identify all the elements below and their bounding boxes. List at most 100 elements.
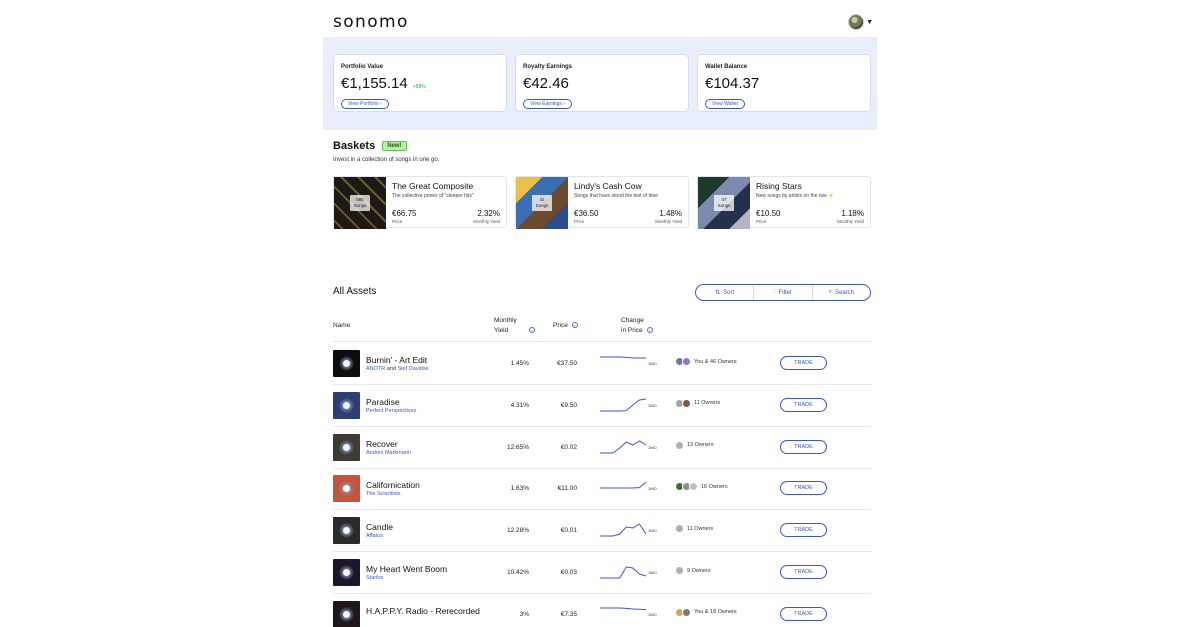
card-label: Portfolio Value xyxy=(341,64,384,70)
song-artist[interactable]: Starfox xyxy=(366,575,383,581)
basket-song-count: 42 Songs xyxy=(532,195,552,211)
owners-count: You & 18 Owners xyxy=(694,609,737,616)
song-title[interactable]: Candle xyxy=(366,522,393,532)
owners-count: 11 Owners xyxy=(694,400,721,407)
column-yield-line1: Monthly xyxy=(494,317,517,324)
basket-yield: 1.18% xyxy=(841,209,864,218)
price: €7.35 xyxy=(560,610,577,618)
song-artwork[interactable] xyxy=(333,559,360,586)
song-artist[interactable]: Perfect Perspectives xyxy=(366,408,416,414)
table-row[interactable]: Candle Affatus 12.28% €0.01 1MO 11 Owner… xyxy=(333,510,871,553)
owners: 11 Owners xyxy=(675,524,713,534)
trade-button[interactable]: TRADE xyxy=(780,397,827,412)
song-title[interactable]: H.A.P.P.Y. Radio - Rerecorded xyxy=(366,606,480,616)
monthly-yield: 10.42% xyxy=(506,569,529,576)
price: €37.50 xyxy=(557,360,577,367)
trade-button[interactable]: TRADE xyxy=(780,439,827,454)
timeframe-label: 1MO xyxy=(648,611,657,617)
basket-card[interactable]: 42 Songs Lindy's Cash Cow Songs that have… xyxy=(515,176,689,229)
timeframe-label: 1MO xyxy=(648,444,657,450)
sparkline-path xyxy=(600,566,647,579)
column-price[interactable]: Price i xyxy=(553,321,578,331)
price: €11.00 xyxy=(557,485,577,493)
owner-avatar xyxy=(675,440,684,450)
table-row[interactable]: Recover Andres Markmann 12.65% €0.02 1MO… xyxy=(333,427,871,469)
view-wallet-button[interactable]: View Wallet xyxy=(705,99,745,109)
trade-button[interactable]: TRADE xyxy=(780,481,827,496)
basket-artwork: 42 Songs xyxy=(516,177,568,229)
table-row[interactable]: Californication The Scientists 1.63% €11… xyxy=(333,468,871,511)
song-title[interactable]: Recover xyxy=(366,439,398,449)
song-artwork[interactable] xyxy=(333,475,360,503)
column-name[interactable]: Name xyxy=(333,321,350,331)
user-avatar[interactable] xyxy=(848,14,865,30)
song-artwork[interactable] xyxy=(333,391,360,419)
song-artwork[interactable] xyxy=(333,350,360,377)
song-artist[interactable]: The Scientists xyxy=(366,491,401,497)
table-row[interactable]: My Heart Went Boom Starfox 10.42% €0.03 … xyxy=(333,552,871,594)
assets-toolbar: ⇅ Sort ⫶ Filter ⌕ Search xyxy=(695,284,871,301)
basket-card[interactable]: 47 Songs Rising Stars New songs by artist… xyxy=(697,176,871,229)
owners: 16 Owners xyxy=(675,482,728,492)
basket-card[interactable]: 585 Songs The Great Composite The collect… xyxy=(333,176,507,229)
page: sonomo ▼ Portfolio Value €1,155.14 +58% … xyxy=(323,0,877,627)
view-earnings-button[interactable]: View Earnings › xyxy=(523,99,572,109)
song-title[interactable]: Burnin' - Art Edit xyxy=(366,355,427,365)
table-row[interactable]: Paradise Perfect Perspectives 4.31% €9.5… xyxy=(333,385,871,427)
filter-icon: ⫶ xyxy=(774,289,776,295)
price: €0.01 xyxy=(560,527,577,535)
portfolio-value: €1,155.14 xyxy=(341,75,408,92)
monthly-yield: 4.31% xyxy=(510,401,529,409)
basket-name: Lindy's Cash Cow xyxy=(574,181,642,191)
assets-table-header: Name Monthly Yield i Price i Change in P… xyxy=(333,314,871,342)
column-change[interactable]: Change in Price i xyxy=(621,316,653,336)
column-yield[interactable]: Monthly Yield i xyxy=(494,316,536,336)
basket-description: New songs by artists on the rise ⚡ xyxy=(756,193,835,199)
song-artwork[interactable] xyxy=(333,517,360,545)
trade-button[interactable]: TRADE xyxy=(780,356,827,370)
owners: 11 Owners xyxy=(675,398,721,408)
table-row[interactable]: Burnin' - Art Edit ANOTR and Stef Davids… xyxy=(333,343,871,385)
song-artist[interactable]: ANOTR and Stef Davidse xyxy=(366,366,429,372)
basket-price: €10.50 xyxy=(756,209,781,218)
song-artist[interactable]: Affatus xyxy=(366,533,383,539)
trade-button[interactable]: TRADE xyxy=(780,565,827,579)
info-icon[interactable]: i xyxy=(646,327,653,334)
baskets-heading: Baskets New! xyxy=(333,140,407,152)
view-portfolio-button[interactable]: View Portfolio › xyxy=(341,99,389,109)
owners: You & 18 Owners xyxy=(675,607,737,617)
timeframe-label: 1MO xyxy=(648,528,657,534)
basket-price: €66.75 xyxy=(392,209,417,218)
song-title[interactable]: Californication xyxy=(366,480,420,490)
trade-button[interactable]: TRADE xyxy=(780,606,827,621)
basket-price: €36.50 xyxy=(574,209,599,218)
owners-count: You & 46 Owners xyxy=(694,358,737,365)
info-icon[interactable]: i xyxy=(571,322,578,329)
sort-button[interactable]: ⇅ Sort xyxy=(696,285,755,300)
profile-menu[interactable]: ▼ xyxy=(848,14,873,30)
search-button[interactable]: ⌕ Search xyxy=(813,285,870,300)
owners-count: 9 Owners xyxy=(687,567,711,574)
info-icon[interactable]: i xyxy=(529,327,536,334)
column-change-line2: in Price xyxy=(621,327,643,334)
baskets-title: Baskets xyxy=(333,140,376,152)
song-artwork[interactable] xyxy=(333,433,360,461)
table-row[interactable]: H.A.P.P.Y. Radio - Rerecorded 3% €7.35 1… xyxy=(333,594,871,627)
song-title[interactable]: Paradise xyxy=(366,397,400,407)
wallet-balance-card: Wallet Balance €104.37 View Wallet xyxy=(697,54,871,112)
song-artwork[interactable] xyxy=(333,600,360,627)
caret-down-icon[interactable]: ▼ xyxy=(866,19,873,26)
trade-button[interactable]: TRADE xyxy=(780,523,827,538)
price-sparkline xyxy=(600,523,647,537)
search-icon: ⌕ xyxy=(828,289,832,295)
owner-avatar xyxy=(682,398,691,408)
sonomo-logo[interactable]: sonomo xyxy=(333,12,409,32)
basket-song-count: 585 Songs xyxy=(350,195,370,211)
sort-label: Sort xyxy=(723,289,735,296)
owners-count: 13 Owners xyxy=(687,442,714,449)
song-title[interactable]: My Heart Went Boom xyxy=(366,564,447,574)
column-change-line1: Change xyxy=(621,317,644,324)
all-assets-title: All Assets xyxy=(333,286,377,297)
filter-button[interactable]: ⫶ Filter xyxy=(754,285,813,300)
song-artist[interactable]: Andres Markmann xyxy=(366,450,411,456)
